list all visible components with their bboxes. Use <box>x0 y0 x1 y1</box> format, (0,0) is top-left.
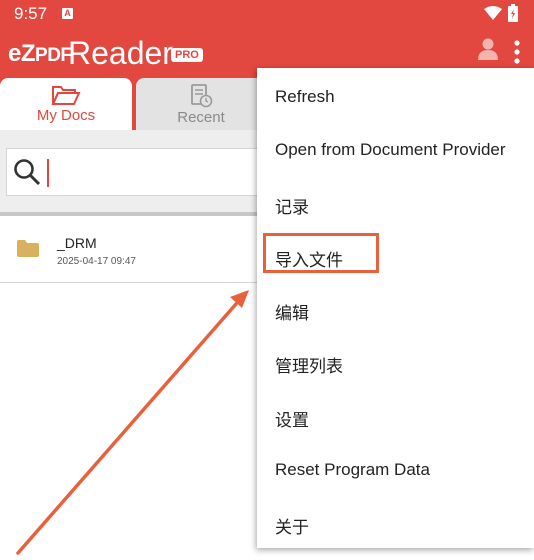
pointer-arrow <box>16 290 249 555</box>
